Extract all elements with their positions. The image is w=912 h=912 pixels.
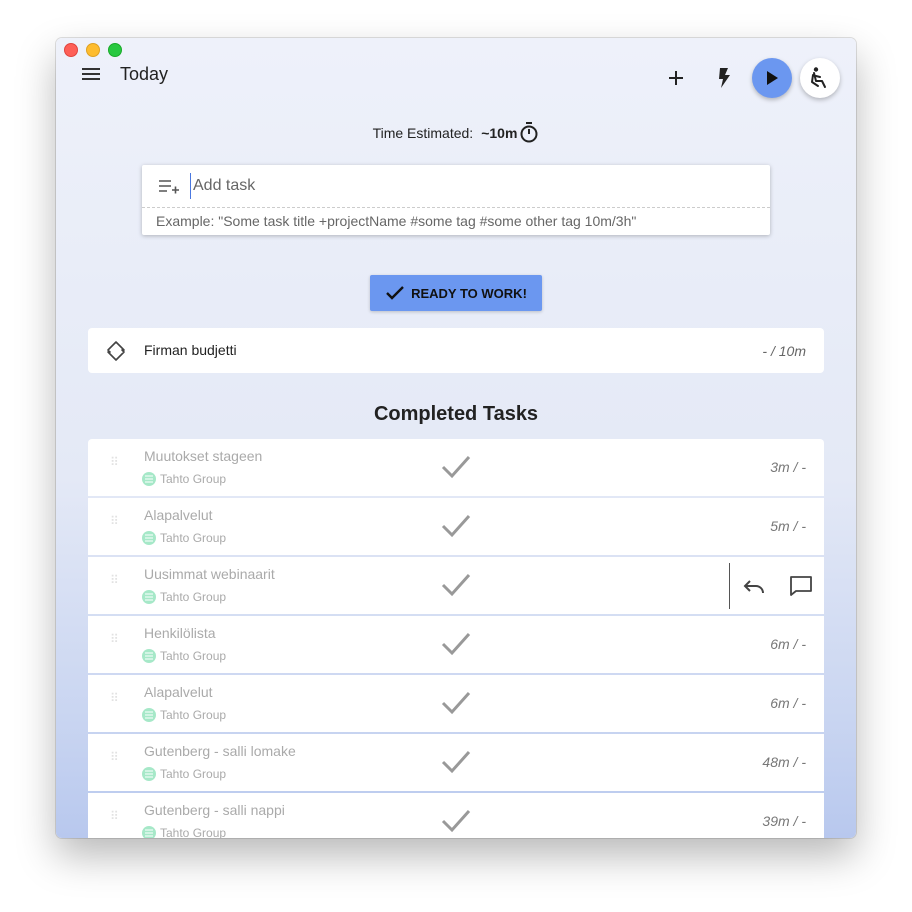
task-row[interactable]: ⠿ Gutenberg - salli lomake Tahto Group 4…	[88, 734, 824, 791]
task-project-name: Tahto Group	[160, 826, 227, 838]
current-task-title: Firman budjetti	[144, 342, 237, 358]
task-time: 6m / -	[770, 636, 806, 652]
drag-handle-icon[interactable]: ⠿	[110, 515, 119, 527]
repeat-task-icon	[107, 341, 125, 361]
task-time: 5m / -	[770, 518, 806, 534]
drag-handle-icon[interactable]: ⠿	[110, 692, 119, 704]
task-title: Henkilölista	[144, 625, 216, 641]
task-project-name: Tahto Group	[160, 708, 227, 722]
task-title: Muutokset stageen	[144, 448, 263, 464]
done-check-icon	[441, 573, 471, 597]
app-window: Today Time Estimated: ~10m Add task Exam…	[56, 38, 856, 838]
task-row[interactable]: ⠿ Alapalvelut Tahto Group 5m / -	[88, 498, 824, 555]
undo-icon[interactable]	[742, 576, 766, 596]
done-check-icon	[441, 809, 471, 833]
task-project: Tahto Group	[142, 767, 226, 781]
close-window-button[interactable]	[64, 43, 78, 57]
play-icon	[767, 71, 778, 85]
focus-mode-button[interactable]	[704, 58, 744, 98]
playlist-add-icon	[159, 180, 179, 194]
check-icon	[386, 286, 404, 300]
task-project-name: Tahto Group	[160, 590, 227, 604]
task-project: Tahto Group	[142, 826, 226, 838]
task-time: 48m / -	[762, 754, 806, 770]
project-list-icon	[142, 531, 156, 545]
task-title: Alapalvelut	[144, 507, 213, 523]
task-title: Gutenberg - salli lomake	[144, 743, 296, 759]
drag-handle-icon[interactable]: ⠿	[110, 456, 119, 468]
seated-posture-icon	[811, 67, 826, 88]
comment-icon[interactable]	[789, 575, 813, 597]
completed-tasks-list: ⠿ Muutokset stageen Tahto Group 3m / - ⠿…	[88, 439, 824, 838]
task-time: 39m / -	[762, 813, 806, 829]
task-time: 6m / -	[770, 695, 806, 711]
time-estimate-value: ~10m	[481, 125, 518, 141]
task-row[interactable]: ⠿ Gutenberg - salli nappi Tahto Group 39…	[88, 793, 824, 838]
task-row[interactable]: ⠿ Alapalvelut Tahto Group 6m / -	[88, 675, 824, 732]
time-estimate-label: Time Estimated:	[372, 125, 474, 141]
window-controls	[64, 43, 122, 57]
plus-icon	[669, 71, 683, 85]
completed-tasks-heading: Completed Tasks	[373, 403, 539, 425]
ready-to-work-button[interactable]: READY TO WORK!	[370, 275, 542, 311]
drag-handle-icon[interactable]: ⠿	[110, 574, 119, 586]
minimize-window-button[interactable]	[86, 43, 100, 57]
current-task-time: - / 10m	[762, 343, 806, 359]
task-project: Tahto Group	[142, 590, 226, 604]
task-project: Tahto Group	[142, 472, 226, 486]
add-task-divider	[142, 207, 770, 208]
ready-to-work-label: READY TO WORK!	[411, 285, 527, 301]
task-title: Alapalvelut	[144, 684, 213, 700]
task-project-name: Tahto Group	[160, 531, 227, 545]
task-project: Tahto Group	[142, 708, 226, 722]
menu-icon[interactable]	[82, 66, 102, 82]
project-list-icon	[142, 826, 156, 838]
timer-icon	[520, 122, 538, 143]
drag-handle-icon[interactable]: ⠿	[110, 810, 119, 822]
play-button[interactable]	[752, 58, 792, 98]
task-project-name: Tahto Group	[160, 767, 227, 781]
project-list-icon	[142, 472, 156, 486]
project-list-icon	[142, 767, 156, 781]
task-project: Tahto Group	[142, 649, 226, 663]
task-title: Uusimmat webinaarit	[144, 566, 275, 582]
task-project: Tahto Group	[142, 531, 226, 545]
task-actions	[729, 563, 824, 609]
add-task-panel: Example: "Some task title +projectName #…	[142, 165, 770, 235]
maximize-window-button[interactable]	[108, 43, 122, 57]
posture-check-button[interactable]	[800, 58, 840, 98]
add-task-button[interactable]	[656, 58, 696, 98]
project-list-icon	[142, 649, 156, 663]
done-check-icon	[441, 455, 471, 479]
time-estimate: Time Estimated: ~10m	[56, 122, 856, 144]
done-check-icon	[441, 514, 471, 538]
task-time: 3m / -	[770, 459, 806, 475]
drag-handle-icon[interactable]: ⠿	[110, 751, 119, 763]
project-list-icon	[142, 590, 156, 604]
task-title: Gutenberg - salli nappi	[144, 802, 285, 818]
current-task[interactable]: Firman budjetti - / 10m	[88, 328, 824, 373]
task-project-name: Tahto Group	[160, 472, 227, 486]
flash-icon	[719, 68, 730, 88]
add-task-input[interactable]	[190, 173, 755, 199]
done-check-icon	[441, 691, 471, 715]
project-list-icon	[142, 708, 156, 722]
drag-handle-icon[interactable]: ⠿	[110, 633, 119, 645]
task-row[interactable]: ⠿ Henkilölista Tahto Group 6m / -	[88, 616, 824, 673]
add-task-example: Example: "Some task title +projectName #…	[156, 213, 637, 229]
done-check-icon	[441, 750, 471, 774]
task-project-name: Tahto Group	[160, 649, 227, 663]
page-title: Today	[120, 64, 169, 84]
task-row[interactable]: ⠿ Muutokset stageen Tahto Group 3m / -	[88, 439, 824, 496]
done-check-icon	[441, 632, 471, 656]
task-row-hovered[interactable]: ⠿ Uusimmat webinaarit Tahto Group	[88, 557, 824, 614]
